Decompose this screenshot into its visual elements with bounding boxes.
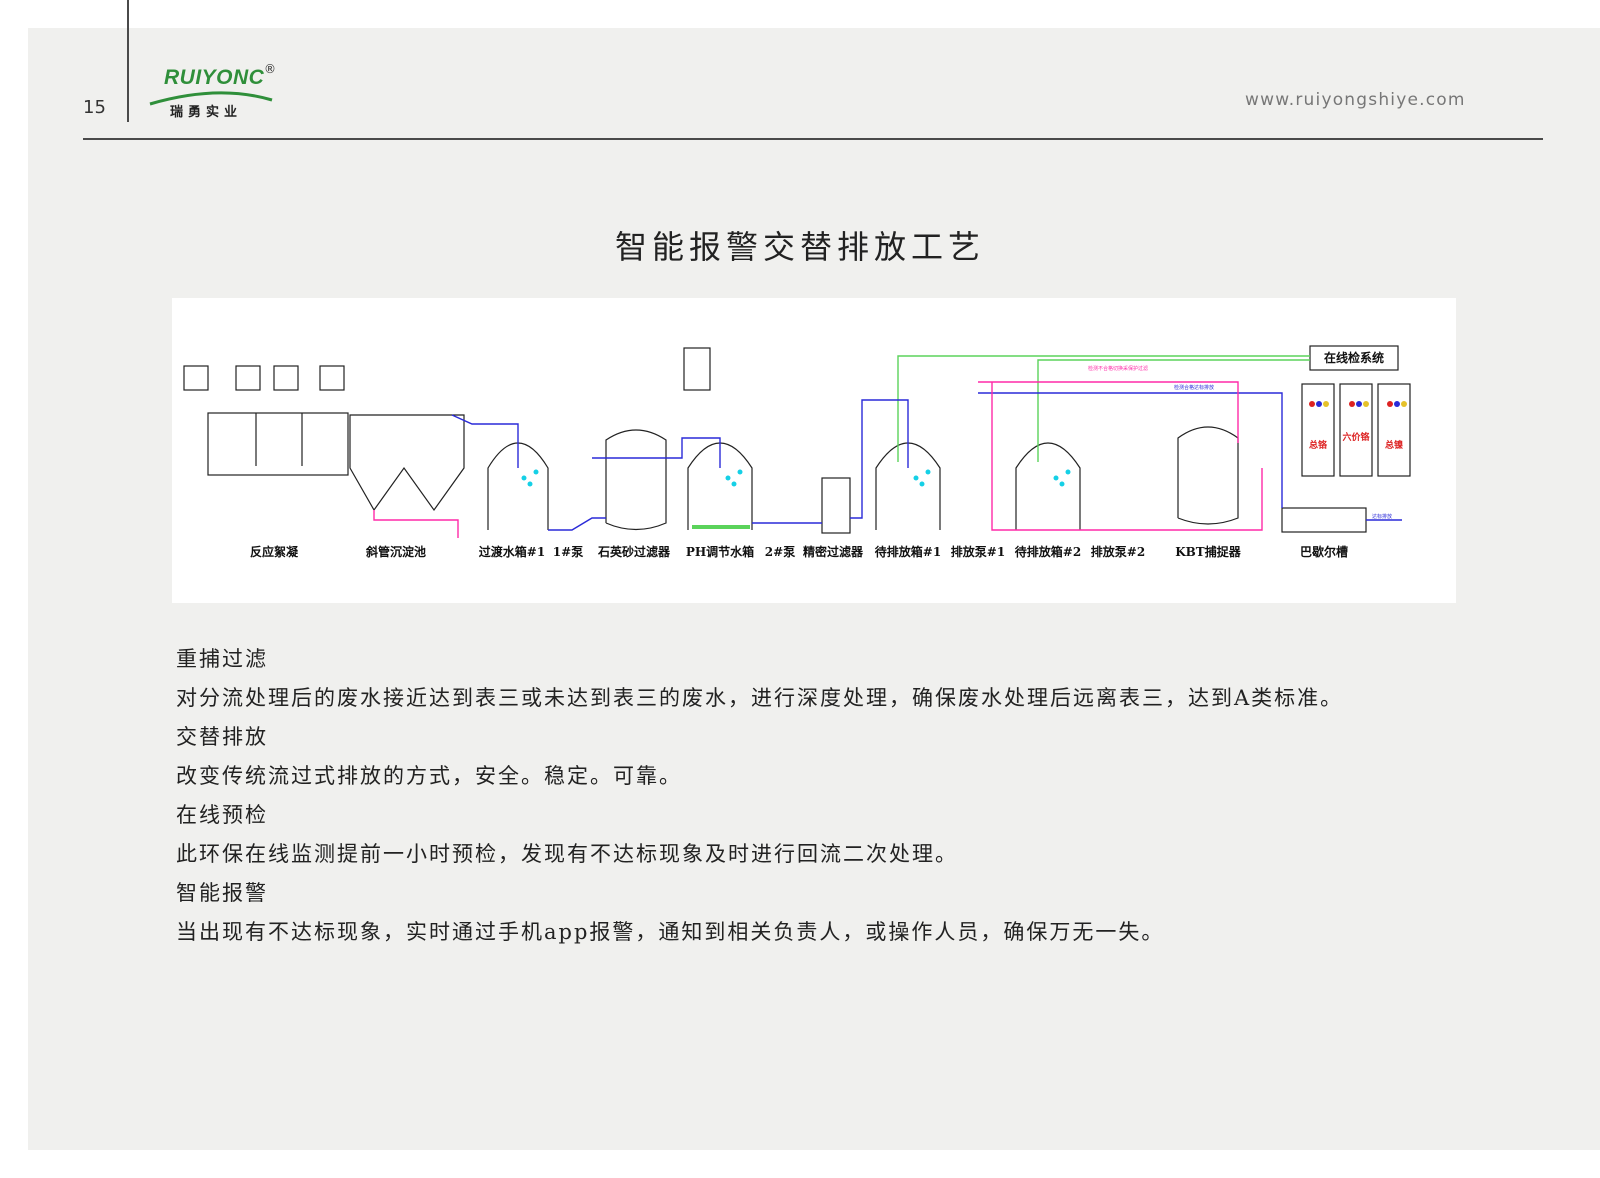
content-section: 重捕过滤 对分流处理后的废水接近达到表三或未达到表三的废水，进行深度处理，确保废… — [176, 640, 1476, 952]
equipment-label: 巴歇尔槽 — [1300, 544, 1348, 559]
page-title: 智能报警交替排放工艺 — [614, 228, 985, 266]
equipment-label: 反应絮凝 — [250, 544, 299, 559]
page-number: 15 — [83, 97, 106, 118]
equipment-label: 待排放箱#1 — [875, 544, 941, 559]
equipment-label: 排放泵#1 — [951, 544, 1005, 559]
flow-note-top: 检测不合格切换采保护过滤 — [1088, 365, 1148, 372]
process-flow-diagram: 在线检系统 检测不合格切换采保护过滤 检测合格达标排放 达标排放 总铬 六价铬 … — [172, 298, 1456, 603]
equipment-label: 斜管沉淀池 — [365, 544, 426, 559]
equipment-label: 2#泵 — [765, 545, 795, 559]
equipment-label: 排放泵#2 — [1091, 544, 1145, 559]
equipment-label: 1#泵 — [553, 545, 583, 559]
equipment-label: PH调节水箱 — [686, 544, 754, 559]
section-text: 改变传统流过式排放的方式，安全。稳定。可靠。 — [176, 764, 682, 788]
website-url: www.ruiyongshiye.com — [1245, 90, 1466, 110]
process-flow-svg: 在线检系统 检测不合格切换采保护过滤 检测合格达标排放 达标排放 总铬 六价铬 … — [183, 345, 1411, 559]
section-heading: 重捕过滤 — [176, 647, 268, 671]
logo-subtitle: 瑞勇实业 — [170, 105, 243, 120]
discharge-note: 达标排放 — [1372, 513, 1392, 520]
company-logo: RUIYONC ® 瑞勇实业 — [148, 62, 288, 122]
section-text: 此环保在线监测提前一小时预检，发现有不达标现象及时进行回流二次处理。 — [176, 842, 958, 866]
equipment-label: 待排放箱#2 — [1015, 544, 1081, 559]
equipment-label: 过渡水箱#1 — [479, 544, 545, 559]
equipment-label: 精密过滤器 — [803, 544, 864, 559]
section-text: 当出现有不达标现象，实时通过手机app报警，通知到相关负责人，或操作人员，确保万… — [176, 920, 1165, 944]
equipment-label: KBT捕捉器 — [1175, 544, 1242, 559]
alarm-label-1: 总铬 — [1309, 439, 1328, 451]
logo-text: RUIYONC — [164, 66, 265, 89]
alarm-label-2: 六价铬 — [1342, 431, 1370, 443]
equipment-label: 石英砂过滤器 — [597, 544, 671, 559]
alarm-label-3: 总镍 — [1385, 439, 1403, 451]
header-rule — [83, 138, 1543, 140]
section-heading: 在线预检 — [176, 803, 268, 827]
logo-registered-mark: ® — [264, 62, 276, 76]
online-system-label: 在线检系统 — [1324, 350, 1384, 365]
header-vertical-divider — [127, 0, 129, 122]
flow-note-mid: 检测合格达标排放 — [1174, 384, 1214, 391]
section-heading: 交替排放 — [176, 725, 268, 749]
section-text: 对分流处理后的废水接近达到表三或未达到表三的废水，进行深度处理，确保废水处理后远… — [176, 686, 1344, 710]
section-heading: 智能报警 — [176, 881, 268, 905]
